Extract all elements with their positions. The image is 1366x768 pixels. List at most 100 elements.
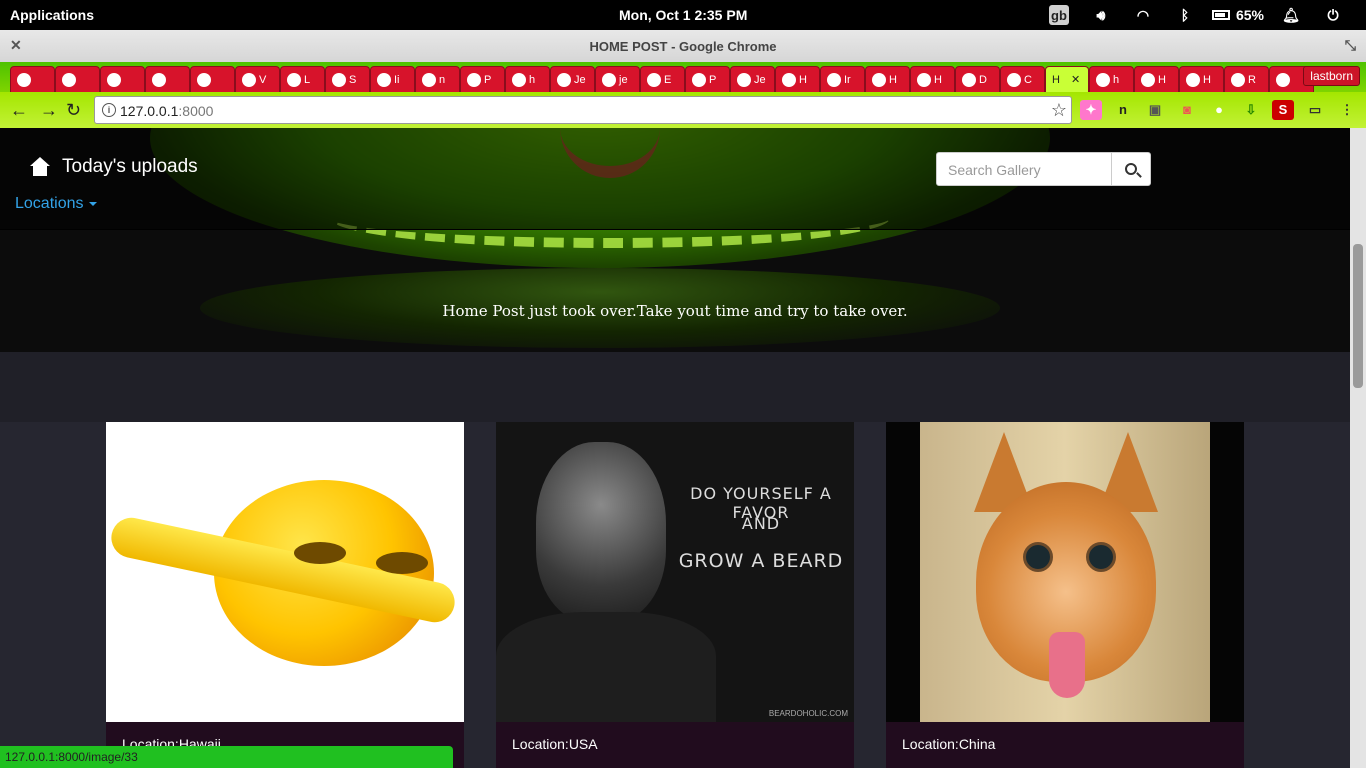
volume-icon[interactable]: 🔊︎ <box>1080 0 1122 30</box>
browser-tab[interactable]: S <box>325 66 370 92</box>
screenshot-extension-icon[interactable]: ▣ <box>1144 100 1166 120</box>
tab-label: Ii <box>394 73 400 86</box>
tab-label: Je <box>574 73 586 86</box>
gallery-grid: Location:Hawaii DO YOURSELF A FAVOR AND … <box>106 422 1244 768</box>
keyboard-layout[interactable]: gb <box>1038 0 1080 30</box>
browser-tab[interactable]: H <box>1179 66 1224 92</box>
browser-tab[interactable] <box>55 66 100 92</box>
bookmark-star-icon[interactable]: ☆ <box>1051 100 1067 121</box>
tab-strip: V L S Ii n Ph Je je E P Je H Ir H H D C H ✕ h H H R lastborn <box>0 62 1366 92</box>
browser-tab[interactable]: R <box>1224 66 1269 92</box>
notification-bell-icon[interactable]: 🔔︎ <box>1270 0 1312 30</box>
tab-favicon-icon <box>197 72 211 87</box>
locations-dropdown[interactable]: Locations <box>15 195 97 213</box>
forward-arrow-icon[interactable]: → <box>40 100 58 121</box>
address-url: 127.0.0.1:8000 <box>120 103 214 119</box>
section-spacer <box>0 352 1350 422</box>
close-tab-icon[interactable]: ✕ <box>1071 73 1080 86</box>
beard-man-body <box>496 612 716 722</box>
tab-label: H <box>889 73 897 86</box>
scrollbar-thumb[interactable] <box>1353 244 1363 388</box>
search-input[interactable]: Search Gallery <box>936 152 1112 186</box>
browser-tab[interactable]: Je <box>550 66 595 92</box>
browser-tab[interactable]: V <box>235 66 280 92</box>
browser-tab[interactable]: H <box>775 66 820 92</box>
battery-percent: 65% <box>1235 7 1264 23</box>
browser-tab[interactable]: E <box>640 66 685 92</box>
browser-tab[interactable]: D <box>955 66 1000 92</box>
browser-tab[interactable] <box>10 66 55 92</box>
browser-tab[interactable]: h <box>1089 66 1134 92</box>
tab-favicon-icon <box>1276 72 1290 87</box>
browser-tab[interactable]: h <box>505 66 550 92</box>
dab-emoji-image[interactable] <box>106 422 464 722</box>
image-location: Location:China <box>902 736 996 752</box>
color-picker-extension-icon[interactable]: ✦ <box>1080 100 1102 120</box>
tab-label: P <box>484 73 492 86</box>
window-title-bar: ✕ HOME POST - Google Chrome ⤡ <box>0 30 1366 62</box>
browser-tab[interactable]: Ir <box>820 66 865 92</box>
menu-dots-icon[interactable]: ⋮ <box>1336 100 1358 120</box>
n-extension-icon[interactable]: n <box>1112 100 1134 120</box>
browser-tab[interactable]: H <box>1134 66 1179 92</box>
bluetooth-icon[interactable]: ᛒ <box>1164 0 1206 30</box>
browser-tab[interactable] <box>190 66 235 92</box>
link-status-bubble: 127.0.0.1:8000/image/33 <box>0 746 453 768</box>
tab-label: H <box>934 73 942 86</box>
browser-tab[interactable]: H <box>910 66 955 92</box>
browser-tab[interactable]: L <box>280 66 325 92</box>
kitten-image[interactable] <box>886 422 1244 722</box>
applications-menu[interactable]: Applications <box>10 7 94 23</box>
gallery-card[interactable]: DO YOURSELF A FAVOR AND GROW A BEARD BEA… <box>496 422 854 768</box>
browser-tab[interactable]: n <box>415 66 460 92</box>
window-title: HOME POST - Google Chrome <box>589 39 777 54</box>
address-bar[interactable]: i 127.0.0.1:8000 ☆ <box>94 96 1072 124</box>
browser-tab[interactable] <box>145 66 190 92</box>
brand-link[interactable]: Today's uploads <box>30 156 198 178</box>
browser-tab[interactable]: P <box>460 66 505 92</box>
page-scrollbar[interactable] <box>1350 128 1366 768</box>
browser-tab[interactable]: P <box>685 66 730 92</box>
tab-label: H <box>799 73 807 86</box>
tab-favicon-icon <box>827 72 841 87</box>
gallery-card[interactable]: Location:China <box>886 422 1244 768</box>
beard-image[interactable]: DO YOURSELF A FAVOR AND GROW A BEARD BEA… <box>496 422 854 722</box>
browser-tab[interactable]: je <box>595 66 640 92</box>
back-arrow-icon[interactable]: ← <box>10 100 28 121</box>
profile-button[interactable]: lastborn <box>1303 66 1360 86</box>
beard-overlay-line: AND <box>741 514 781 533</box>
tab-label: L <box>304 73 311 86</box>
cast-extension-icon[interactable]: ▭ <box>1304 100 1326 120</box>
wifi-icon[interactable]: ◠ <box>1122 0 1164 30</box>
browser-tab[interactable] <box>100 66 145 92</box>
tab-favicon-icon <box>557 72 571 87</box>
search-button[interactable] <box>1111 152 1151 186</box>
gallery-card[interactable]: Location:Hawaii <box>106 422 464 768</box>
browser-tab[interactable]: Je <box>730 66 775 92</box>
reload-icon[interactable]: ↻ <box>66 100 81 121</box>
restore-window-icon[interactable]: ⤡ <box>1345 37 1356 54</box>
tab-label: P <box>709 73 717 86</box>
browser-tab[interactable]: Ii <box>370 66 415 92</box>
circle-extension-icon[interactable]: ● <box>1208 100 1230 120</box>
camera-extension-icon[interactable]: ◙ <box>1176 100 1198 120</box>
battery-indicator[interactable]: 65% <box>1206 0 1270 30</box>
browser-tab[interactable]: H <box>865 66 910 92</box>
tab-favicon-icon <box>1007 72 1021 87</box>
power-icon[interactable]: ⏻ <box>1312 0 1354 30</box>
clock[interactable]: Mon, Oct 1 2:35 PM <box>619 7 747 23</box>
hero-banner: Today's uploads Locations Search Gallery… <box>0 128 1350 352</box>
s-extension-icon[interactable]: S <box>1272 100 1294 120</box>
site-info-icon[interactable]: i <box>102 103 116 117</box>
browser-tab[interactable]: C <box>1000 66 1045 92</box>
browser-tab-active[interactable]: H ✕ <box>1045 66 1089 92</box>
download-extension-icon[interactable]: ⇩ <box>1240 100 1262 120</box>
tab-favicon-icon <box>1186 72 1200 87</box>
image-location: Location:USA <box>512 736 598 752</box>
tab-favicon-icon <box>242 72 256 87</box>
tab-favicon-icon <box>1141 72 1155 87</box>
tab-favicon-icon <box>512 72 526 87</box>
tab-favicon-icon <box>782 72 796 87</box>
tab-list: V L S Ii n Ph Je je E P Je H Ir H H D C H ✕ h H H R <box>10 66 1314 92</box>
tab-favicon-icon <box>62 72 76 87</box>
